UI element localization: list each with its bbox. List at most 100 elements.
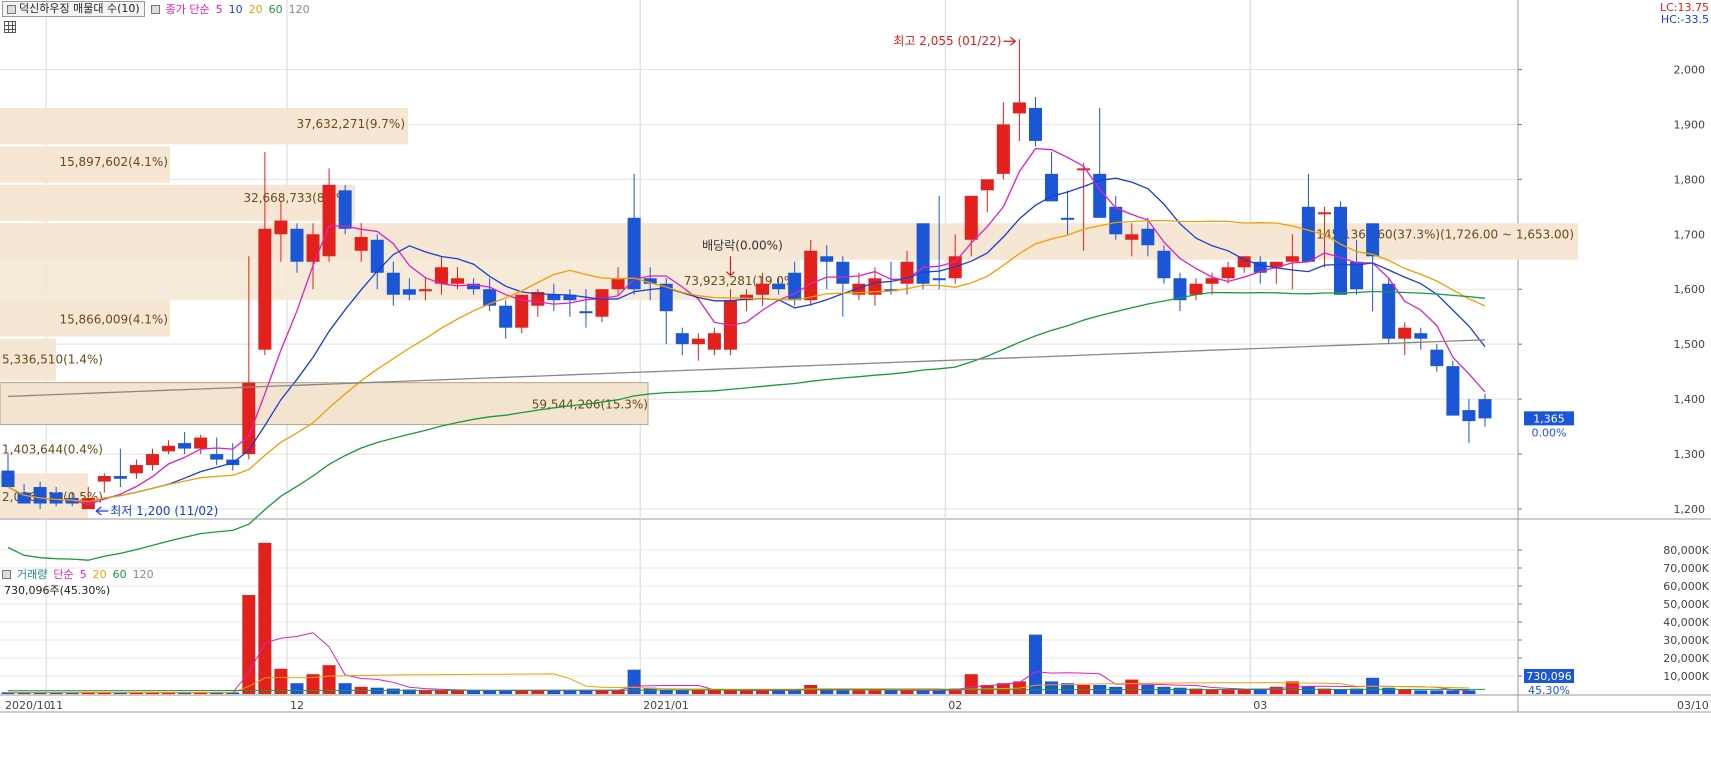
candle-body	[611, 278, 625, 290]
volume-legend: 거래량 단순 5 20 60 120	[0, 566, 154, 582]
volume-tick-label: 60,000K	[1663, 580, 1709, 593]
stock-title: 덕신하우징 매물대 수(10)	[19, 2, 140, 15]
candle-body	[996, 124, 1010, 174]
volume-bar	[467, 690, 481, 694]
volume-tick-label: 70,000K	[1663, 562, 1709, 575]
volume-bar	[1382, 687, 1396, 694]
high-annotation: 최고 2,055 (01/22)	[893, 34, 1001, 48]
date-label: 11	[49, 699, 63, 712]
ma-20-label[interactable]: 20	[249, 3, 263, 16]
candle-body	[980, 179, 994, 191]
candle-body	[547, 294, 561, 301]
volume-bar	[916, 690, 930, 694]
volume-bar	[483, 690, 497, 694]
stock-title-marker-icon	[7, 4, 16, 14]
date-label: 12	[290, 699, 304, 712]
volume-ma-60-label[interactable]: 60	[113, 568, 127, 581]
candle-body	[1366, 223, 1380, 257]
price-legend: 덕신하우징 매물대 수(10) 종가 단순 5 10 20 60 120	[0, 0, 310, 18]
volume-bar	[964, 674, 978, 694]
volume-profile-label: 59,544,206(15.3%)	[532, 398, 648, 412]
volume-profile-label: 15,897,602(4.1%)	[59, 155, 168, 169]
candle-body	[290, 228, 304, 262]
volume-bar	[579, 690, 593, 694]
volume-profile-bar	[0, 223, 800, 301]
date-label: 03	[1253, 699, 1267, 712]
volume-bar	[595, 690, 609, 694]
ma-120-label[interactable]: 120	[289, 3, 310, 16]
stock-title-box[interactable]: 덕신하우징 매물대 수(10)	[2, 1, 145, 17]
volume-bar	[1398, 689, 1412, 694]
ma-5-label[interactable]: 5	[216, 3, 223, 16]
candle-body	[418, 289, 432, 292]
candle-body	[1045, 173, 1059, 202]
volume-bar	[451, 690, 465, 694]
volume-bar	[338, 683, 352, 694]
ma-prefix: 종가 단순	[165, 3, 210, 16]
candle-body	[49, 492, 63, 504]
volume-profile-label: 32,668,733(8.4%)	[243, 191, 352, 205]
volume-bar	[756, 690, 770, 694]
volume-bar	[1237, 689, 1251, 694]
volume-ma-20-label[interactable]: 20	[93, 568, 107, 581]
price-tick-label: 1,800	[1674, 173, 1706, 186]
volume-bar	[386, 688, 400, 694]
volume-bar	[1430, 690, 1444, 694]
last-volume-label: 730,096	[1526, 670, 1572, 683]
candle-body	[1012, 102, 1026, 114]
volume-bar	[772, 690, 786, 694]
candle-body	[836, 261, 850, 284]
volume-current: 730,096주(45.30%)	[4, 584, 111, 597]
candle-body	[1462, 410, 1476, 422]
candle-body	[178, 443, 192, 449]
candle-body	[1189, 283, 1203, 295]
volume-bar	[499, 690, 513, 694]
ma-10-label[interactable]: 10	[229, 3, 243, 16]
volume-bar	[836, 690, 850, 694]
candle-body	[451, 278, 465, 284]
volume-bar	[932, 690, 946, 694]
candle-body	[772, 283, 786, 290]
price-tick-label: 1,500	[1674, 338, 1706, 351]
volume-bar	[1109, 686, 1123, 694]
price-tick-label: 1,300	[1674, 448, 1706, 461]
last-change-label: 0.00%	[1532, 426, 1567, 439]
ma-60-label[interactable]: 60	[269, 3, 283, 16]
candle-body	[1109, 206, 1123, 235]
volume-profile-label: 15,866,009(4.1%)	[59, 312, 168, 326]
candle-body	[1334, 206, 1348, 295]
candle-body	[1414, 333, 1428, 339]
volume-title: 거래량	[17, 568, 48, 581]
volume-bar	[1446, 690, 1460, 694]
volume-bar	[418, 690, 432, 694]
candle-body	[1125, 234, 1139, 240]
candle-body	[434, 267, 448, 284]
volume-ma-5-label[interactable]: 5	[80, 568, 87, 581]
candle-body	[1, 470, 15, 488]
volume-profile-label: 145,136,360(37.3%)(1,726.00 ~ 1,653.00)	[1316, 227, 1574, 241]
last-price-label: 1,365	[1533, 412, 1565, 425]
candle-body	[33, 487, 47, 504]
volume-bar	[884, 690, 898, 694]
ma-marker-icon	[150, 4, 160, 14]
candle-body	[97, 476, 111, 482]
volume-bar	[1157, 686, 1171, 694]
candle-body	[1317, 212, 1331, 215]
volume-bar	[1414, 690, 1428, 694]
volume-bar	[1125, 679, 1139, 694]
volume-profile-label: 5,336,510(1.4%)	[2, 353, 103, 367]
candle-body	[579, 311, 593, 314]
candle-body	[1285, 256, 1299, 262]
volume-ma-120-label[interactable]: 120	[133, 568, 154, 581]
candle-body	[932, 278, 946, 281]
candle-body	[675, 333, 689, 345]
low-annotation: 최저 1,200 (11/02)	[110, 504, 218, 518]
volume-bar	[675, 690, 689, 694]
candle-body	[194, 437, 208, 449]
volume-tick-label: 20,000K	[1663, 652, 1709, 665]
last-volume-pct-label: 45.30%	[1528, 684, 1570, 697]
table-view-icon[interactable]	[4, 21, 16, 33]
candle-body	[354, 237, 368, 251]
volume-bar	[531, 690, 545, 694]
dividend-annotation: 배당락(0.00%)	[702, 239, 783, 253]
